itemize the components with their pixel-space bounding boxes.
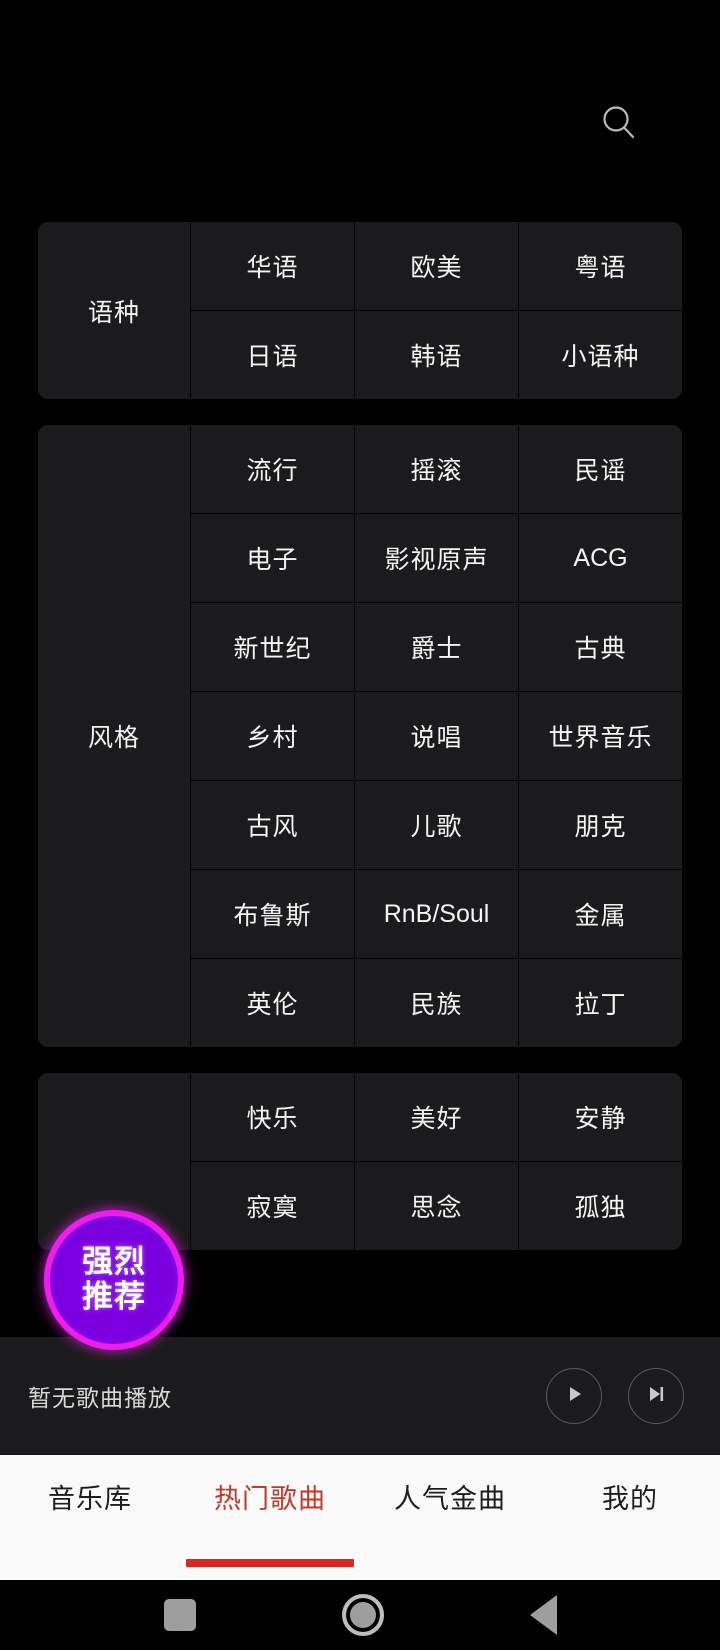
category-cell[interactable]: 美好 xyxy=(355,1073,518,1161)
top-bar xyxy=(0,0,720,222)
category-cell[interactable]: 民谣 xyxy=(519,425,682,513)
tab-label: 音乐库 xyxy=(48,1484,132,1514)
grid-language: 华语 欧美 粤语 日语 韩语 小语种 xyxy=(190,222,682,399)
category-cell[interactable]: 新世纪 xyxy=(191,603,354,691)
category-cell[interactable]: 拉丁 xyxy=(519,959,682,1047)
category-cell[interactable]: 思念 xyxy=(355,1162,518,1250)
tab-music-library[interactable]: 音乐库 xyxy=(0,1455,180,1580)
tab-hot-songs[interactable]: 热门歌曲 xyxy=(180,1455,360,1580)
category-cell[interactable]: 说唱 xyxy=(355,692,518,780)
category-cell[interactable]: 韩语 xyxy=(355,311,518,399)
category-cell[interactable]: 欧美 xyxy=(355,222,518,310)
category-cell[interactable]: 儿歌 xyxy=(355,781,518,869)
tab-label: 人气金曲 xyxy=(394,1484,506,1514)
category-cell[interactable]: 朋克 xyxy=(519,781,682,869)
category-cell[interactable]: 寂寞 xyxy=(191,1162,354,1250)
search-icon xyxy=(599,103,639,143)
category-cell[interactable]: 小语种 xyxy=(519,311,682,399)
tab-underline xyxy=(186,1559,354,1567)
grid-style: 流行 摇滚 民谣 电子 影视原声 ACG 新世纪 爵士 古典 乡村 说唱 世界音… xyxy=(190,425,682,1047)
tab-popular-hits[interactable]: 人气金曲 xyxy=(360,1455,540,1580)
bottom-tab-bar: 音乐库 热门歌曲 人气金曲 我的 xyxy=(0,1455,720,1580)
next-track-button[interactable] xyxy=(628,1368,684,1424)
category-cell[interactable]: 布鲁斯 xyxy=(191,870,354,958)
tab-label: 我的 xyxy=(602,1484,658,1514)
category-cell[interactable]: RnB/Soul xyxy=(355,870,518,958)
play-button[interactable] xyxy=(546,1368,602,1424)
category-cell[interactable]: 华语 xyxy=(191,222,354,310)
category-cell[interactable]: 摇滚 xyxy=(355,425,518,513)
recommend-badge[interactable]: 强烈 推荐 xyxy=(44,1210,184,1350)
section-language: 语种 华语 欧美 粤语 日语 韩语 小语种 xyxy=(38,222,682,399)
search-button[interactable] xyxy=(596,100,642,146)
category-list[interactable]: 语种 华语 欧美 粤语 日语 韩语 小语种 风格 流行 摇滚 民谣 电子 影视原… xyxy=(0,222,720,1337)
section-label-language: 语种 xyxy=(38,222,190,399)
category-cell[interactable]: 英伦 xyxy=(191,959,354,1047)
category-cell[interactable]: 金属 xyxy=(519,870,682,958)
recommend-badge-line2: 推荐 xyxy=(82,1279,146,1314)
grid-mood: 快乐 美好 安静 寂寞 思念 孤独 xyxy=(190,1073,682,1250)
recommend-badge-line1: 强烈 xyxy=(82,1244,146,1280)
back-triangle-icon[interactable] xyxy=(529,1595,557,1635)
category-cell[interactable]: 民族 xyxy=(355,959,518,1047)
tab-label: 热门歌曲 xyxy=(214,1484,326,1514)
category-cell[interactable]: 世界音乐 xyxy=(519,692,682,780)
category-cell[interactable]: ACG xyxy=(519,514,682,602)
play-icon xyxy=(563,1383,585,1410)
system-navigation-bar xyxy=(0,1580,720,1650)
category-cell[interactable]: 粤语 xyxy=(519,222,682,310)
category-cell[interactable]: 爵士 xyxy=(355,603,518,691)
tab-mine[interactable]: 我的 xyxy=(540,1455,720,1580)
section-style: 风格 流行 摇滚 民谣 电子 影视原声 ACG 新世纪 爵士 古典 乡村 说唱 … xyxy=(38,425,682,1047)
player-now-playing-title: 暂无歌曲播放 xyxy=(28,1385,172,1411)
category-cell[interactable]: 电子 xyxy=(191,514,354,602)
section-label-style: 风格 xyxy=(38,425,190,1047)
player-controls xyxy=(546,1368,684,1424)
category-cell[interactable]: 乡村 xyxy=(191,692,354,780)
category-cell[interactable]: 古典 xyxy=(519,603,682,691)
app-screen: 语种 华语 欧美 粤语 日语 韩语 小语种 风格 流行 摇滚 民谣 电子 影视原… xyxy=(0,0,720,1650)
category-cell[interactable]: 流行 xyxy=(191,425,354,513)
category-cell[interactable]: 古风 xyxy=(191,781,354,869)
home-circle-icon[interactable] xyxy=(341,1594,384,1636)
category-cell[interactable]: 快乐 xyxy=(191,1073,354,1161)
category-cell[interactable]: 安静 xyxy=(519,1073,682,1161)
category-cell[interactable]: 孤独 xyxy=(519,1162,682,1250)
category-cell[interactable]: 影视原声 xyxy=(355,514,518,602)
next-track-icon xyxy=(645,1383,667,1410)
category-cell[interactable]: 日语 xyxy=(191,311,354,399)
recents-square-icon[interactable] xyxy=(163,1599,196,1631)
mini-player[interactable]: 暂无歌曲播放 xyxy=(0,1337,720,1455)
